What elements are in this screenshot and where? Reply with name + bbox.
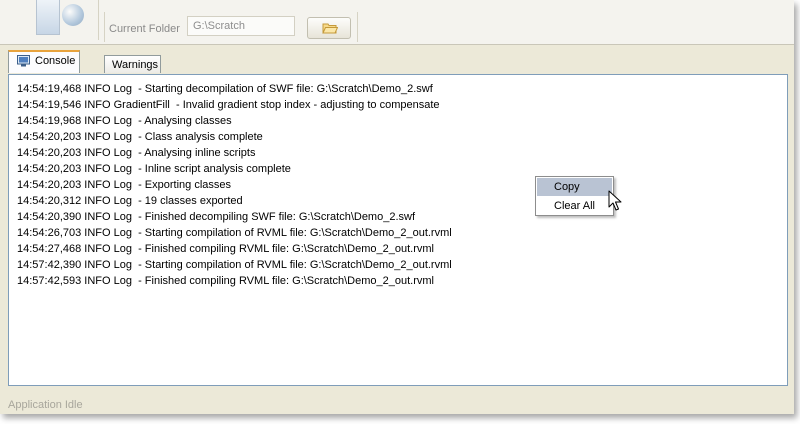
toolbar: Current Folder G:\Scratch — [0, 0, 794, 45]
log-line: 14:54:20,203 INFO Log - Class analysis c… — [17, 131, 263, 143]
console-panel[interactable]: 14:54:19,468 INFO Log - Starting decompi… — [8, 74, 788, 386]
tab-console[interactable]: Console — [8, 50, 80, 73]
log-list: 14:54:19,468 INFO Log - Starting decompi… — [17, 81, 452, 289]
document-icon[interactable] — [36, 0, 60, 35]
mouse-pointer-icon — [608, 190, 622, 211]
log-line: 14:54:20,390 INFO Log - Finished decompi… — [17, 211, 416, 223]
tab-warnings[interactable]: Warnings — [104, 55, 161, 73]
current-folder-input[interactable]: G:\Scratch — [187, 16, 295, 36]
folder-open-icon — [322, 23, 338, 34]
log-line: 14:54:19,546 INFO GradientFill - Invalid… — [17, 99, 440, 111]
log-line: 14:54:20,203 INFO Log - Exporting classe… — [17, 179, 232, 191]
log-line: 14:57:42,390 INFO Log - Starting compila… — [17, 259, 452, 271]
log-line: 14:54:20,203 INFO Log - Analysing inline… — [17, 147, 256, 159]
log-line: 14:54:26,703 INFO Log - Starting compila… — [17, 227, 452, 239]
status-text: Application Idle — [8, 399, 83, 411]
current-folder-label: Current Folder — [109, 23, 180, 35]
monitor-icon — [17, 55, 30, 67]
log-line: 14:54:20,203 INFO Log - Inline script an… — [17, 163, 291, 175]
toolbar-icons — [28, 0, 99, 40]
current-folder-group: Current Folder G:\Scratch — [104, 12, 358, 42]
tab-warnings-label: Warnings — [112, 59, 159, 71]
context-menu-copy[interactable]: Copy — [537, 178, 612, 196]
app-window: Current Folder G:\Scratch Console Warnin… — [0, 0, 794, 414]
log-line: 14:54:27,468 INFO Log - Finished compili… — [17, 243, 434, 255]
log-line: 14:54:19,968 INFO Log - Analysing classe… — [17, 115, 232, 127]
tab-strip: Console Warnings — [7, 50, 787, 74]
browse-folder-button[interactable] — [307, 17, 351, 39]
log-line: 14:54:20,312 INFO Log - 19 classes expor… — [17, 195, 243, 207]
tab-console-label: Console — [35, 55, 76, 67]
log-line: 14:57:42,593 INFO Log - Finished compili… — [17, 275, 434, 287]
status-bar: Application Idle — [0, 394, 794, 414]
globe-icon[interactable] — [62, 4, 84, 26]
log-line: 14:54:19,468 INFO Log - Starting decompi… — [17, 83, 433, 95]
context-menu-clear-all[interactable]: Clear All — [537, 197, 612, 215]
context-menu: Copy Clear All — [535, 176, 614, 216]
